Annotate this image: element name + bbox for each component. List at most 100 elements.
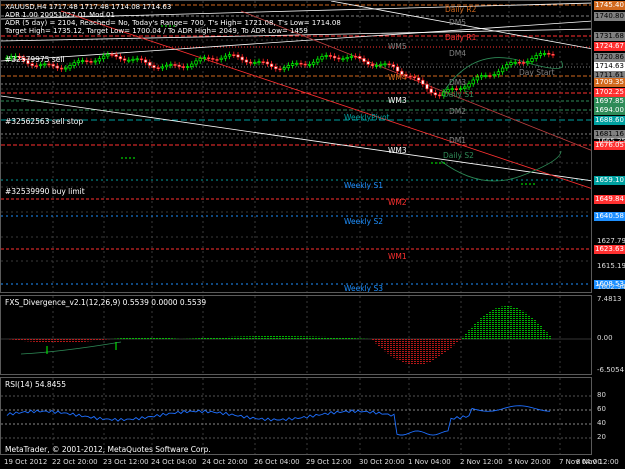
candle-body <box>337 57 341 60</box>
order-sell-stop-label[interactable]: #32562563 sell stop <box>5 117 83 126</box>
candle-body <box>177 64 181 67</box>
candle-body <box>206 57 211 60</box>
candle-body <box>412 76 417 79</box>
copyright-text: MetaTrader, © 2001-2012, MetaQuotes Soft… <box>5 445 211 454</box>
candle-body <box>173 64 177 66</box>
candle-body <box>429 88 433 94</box>
time-axis-label: 19 Oct 2012 <box>4 458 48 466</box>
rsi-scale-80: 80 <box>597 391 606 399</box>
candle-body <box>51 63 55 67</box>
price-level-label: 1649.84 <box>594 195 625 204</box>
price-level-label: 1659.10 <box>594 176 625 185</box>
dm5-label: DM5 <box>449 18 467 27</box>
candle-body <box>353 55 358 58</box>
time-axis-label: 26 Oct 04:00 <box>254 458 300 466</box>
candle-body <box>89 61 93 63</box>
daily-s2-label: Daily S2 <box>443 151 474 160</box>
candle-body <box>47 63 51 66</box>
candle-body <box>479 75 484 78</box>
candle-body <box>530 58 534 62</box>
daily-r1-label: Daily R1 <box>445 33 477 42</box>
candle-body <box>349 55 354 58</box>
candle-body <box>59 67 64 70</box>
price-tick: 1627.79 <box>597 237 625 245</box>
order-buy-limit-label[interactable]: #32539990 buy limit <box>5 187 85 196</box>
candle-body <box>463 86 467 89</box>
wm4-label: WM4 <box>388 73 407 82</box>
candle-body <box>379 63 383 66</box>
rsi-scale-40: 40 <box>597 419 606 427</box>
divergence-histogram[interactable] <box>1 296 592 375</box>
candle-body <box>500 67 505 73</box>
signal-line <box>20 341 122 355</box>
candle-body <box>311 61 316 65</box>
candle-body <box>93 60 97 63</box>
rsi-indicator-pane[interactable]: RSI(14) 54.8455 MetaTrader, © 2001-2012,… <box>0 377 592 455</box>
weekly-s3-label: Weekly S3 <box>344 284 383 293</box>
macd-scale-zero: 0.00 <box>597 334 613 342</box>
candle-body <box>97 58 102 62</box>
rsi-scale-60: 60 <box>597 405 606 413</box>
dm1-label: DM1 <box>449 136 467 145</box>
candle-body <box>257 61 261 64</box>
candle-body <box>160 66 165 69</box>
candle-body <box>269 63 274 67</box>
candle-body <box>274 66 278 70</box>
candle-body <box>505 64 509 69</box>
adr-header: ADR 1.00 20051027 01 Mod 01 <box>5 11 115 19</box>
candle-body <box>118 56 123 60</box>
candle-body <box>370 64 375 67</box>
candle-body <box>358 56 362 59</box>
candle-body <box>362 58 366 62</box>
candle-body <box>80 60 85 62</box>
candle-body <box>135 58 139 61</box>
price-level-label: 1688.60 <box>594 116 625 125</box>
candle-body <box>517 61 522 64</box>
candle-body <box>366 61 370 65</box>
candle-body <box>547 53 551 55</box>
candle-body <box>198 58 202 62</box>
weekly-s1-label: Weekly S1 <box>344 181 383 190</box>
candle-body <box>181 66 186 68</box>
time-axis-label: 1 Nov 04:00 <box>408 458 451 466</box>
day-start-label: Day Start <box>519 68 555 77</box>
wm3-upper-label: WM3 <box>388 96 407 105</box>
price-chart-pane[interactable]: XAUUSD,H4 1717.48 1717.48 1714.08 1714.6… <box>0 0 592 293</box>
candle-body <box>374 65 379 67</box>
candle-body <box>538 53 543 56</box>
candle-body <box>68 65 72 69</box>
candle-body <box>265 61 270 65</box>
divergence-indicator-pane[interactable]: FXS_Divergence_v2.1(12,26,9) 0.5539 0.00… <box>0 295 592 375</box>
order-sell-label[interactable]: #32579975 sell <box>5 55 65 64</box>
candle-body <box>215 59 219 61</box>
candle-body <box>261 61 265 64</box>
candle-body <box>202 57 207 60</box>
daily-s1-label: Daily S1 <box>443 90 474 99</box>
candle-body <box>232 54 236 57</box>
candle-body <box>299 62 303 65</box>
candle-body <box>38 64 43 67</box>
rsi-line-chart[interactable] <box>1 378 592 455</box>
price-level-label: 1623.63 <box>594 245 625 254</box>
candle-body <box>316 58 320 63</box>
candle-body <box>106 54 110 57</box>
candle-body <box>303 63 307 66</box>
candle-body <box>55 65 60 69</box>
price-chart-canvas[interactable] <box>1 1 592 293</box>
candle-body <box>467 83 471 88</box>
candle-body <box>488 75 492 77</box>
divergence-indicator-title: FXS_Divergence_v2.1(12,26,9) 0.5539 0.00… <box>5 298 207 307</box>
candle-body <box>110 54 114 56</box>
time-axis-label: 22 Oct 20:00 <box>52 458 98 466</box>
price-level-label: 1702.25 <box>594 88 625 97</box>
dm4-label: DM4 <box>449 49 467 58</box>
candle-body <box>387 63 391 66</box>
candle-body <box>240 56 244 61</box>
candle-body <box>244 59 249 63</box>
price-level-label: 1697.85 <box>594 97 625 106</box>
candle-body <box>43 63 47 66</box>
weekly-s2-label: Weekly S2 <box>344 217 383 226</box>
candle-body <box>395 66 400 72</box>
candle-body <box>421 79 425 85</box>
candle-body <box>143 59 148 63</box>
